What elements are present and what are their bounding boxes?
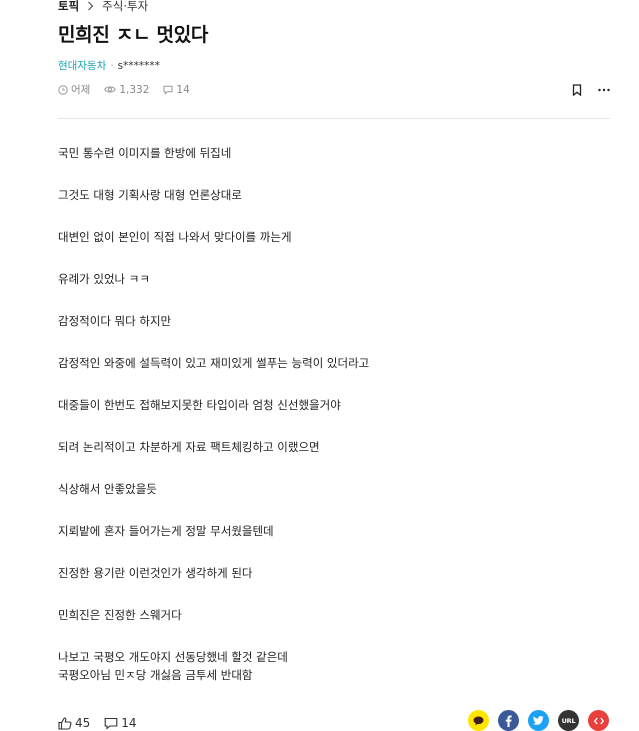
like-count: 45 [75, 716, 91, 730]
post-title: 민희진 ㅈㄴ 멋있다 [58, 24, 209, 46]
post-paragraph: 감정적인 와중에 설득력이 있고 재미있게 썰푸는 능력이 있더라고 [58, 356, 370, 370]
post-actions [570, 83, 611, 97]
post-paragraph: 나보고 국평오 개도야지 선동당했네 할것 같은데 [58, 650, 288, 664]
post-paragraph: 되려 논리적이고 차분하게 자료 팩트체킹하고 이랬으면 [58, 440, 320, 454]
bookmark-button[interactable] [570, 83, 584, 97]
eye-icon [104, 86, 117, 93]
author-company[interactable]: 현대자동차 [58, 58, 106, 73]
facebook-icon [505, 715, 512, 727]
share-facebook-button[interactable] [498, 710, 519, 731]
post-paragraph: 국민 통수련 이미지를 한방에 뒤집네 [58, 146, 232, 160]
post-views-count: 1,332 [119, 83, 150, 96]
post-stats: 어제 1,332 14 [58, 82, 204, 97]
share-buttons: URL [468, 710, 609, 731]
post-time-text: 어제 [71, 84, 91, 96]
comment-button[interactable]: 14 [104, 716, 137, 730]
comment-icon [163, 85, 173, 95]
share-kakao-button[interactable] [468, 710, 489, 731]
twitter-icon [533, 716, 544, 725]
post-comments: 14 [163, 83, 190, 96]
post-paragraph: 유례가 있었나 ㅋㅋ [58, 272, 150, 286]
code-icon [593, 717, 604, 724]
post-paragraph: 감정적이다 뭐다 하지만 [58, 314, 172, 328]
like-button[interactable]: 45 [58, 716, 90, 730]
post-paragraph: 식상해서 안좋았을듯 [58, 482, 157, 496]
chevron-right-icon [87, 1, 94, 11]
header-divider [58, 118, 610, 119]
thumbs-up-icon [58, 716, 72, 730]
comment-count: 14 [121, 716, 137, 730]
url-icon: URL [561, 716, 576, 725]
comment-icon [104, 717, 118, 730]
more-options-button[interactable] [597, 83, 611, 97]
post-body: 국민 통수련 이미지를 한방에 뒤집네 그것도 대형 기획사랑 대형 언론상대로… [58, 144, 610, 684]
share-url-button[interactable]: URL [558, 710, 579, 731]
post-comments-count: 14 [176, 83, 190, 96]
post-views: 1,332 [104, 84, 149, 96]
more-icon [598, 88, 610, 92]
post-paragraph: 국평오아님 민ㅈ당 개싫음 금투세 반대함 [58, 668, 253, 682]
post-paragraph: 대변인 없이 본인이 직접 나와서 맞다이를 까는게 [58, 230, 292, 244]
post-paragraph: 지뢰밭에 혼자 들어가는게 정말 무서웠을텐데 [58, 524, 274, 538]
post-paragraph: 그것도 대형 기획사랑 대형 언론상대로 [58, 188, 242, 202]
post-time: 어제 [58, 82, 90, 97]
author-name: s******* [117, 59, 160, 72]
breadcrumb: 토픽 주식·투자 [58, 0, 148, 15]
bookmark-icon [572, 84, 582, 96]
breadcrumb-category-link[interactable]: 주식·투자 [102, 0, 148, 14]
share-embed-button[interactable] [588, 710, 609, 731]
breadcrumb-topic-link[interactable]: 토픽 [58, 0, 79, 14]
kakao-icon [473, 716, 484, 725]
clock-icon [58, 84, 68, 95]
reaction-bar: 45 14 [58, 716, 151, 730]
post-paragraph: 민희진은 진정한 스웨거다 [58, 608, 182, 622]
author-info: 현대자동차 · s******* [58, 58, 160, 73]
post-footer: 45 14 URL [58, 710, 610, 731]
post-paragraph: 대중들이 한번도 접해보지못한 타입이라 엄청 신선했을거야 [58, 398, 341, 412]
post-paragraph: 진정한 용기란 이런것인가 생각하게 된다 [58, 566, 253, 580]
share-twitter-button[interactable] [528, 710, 549, 731]
meta-separator: · [110, 59, 114, 72]
